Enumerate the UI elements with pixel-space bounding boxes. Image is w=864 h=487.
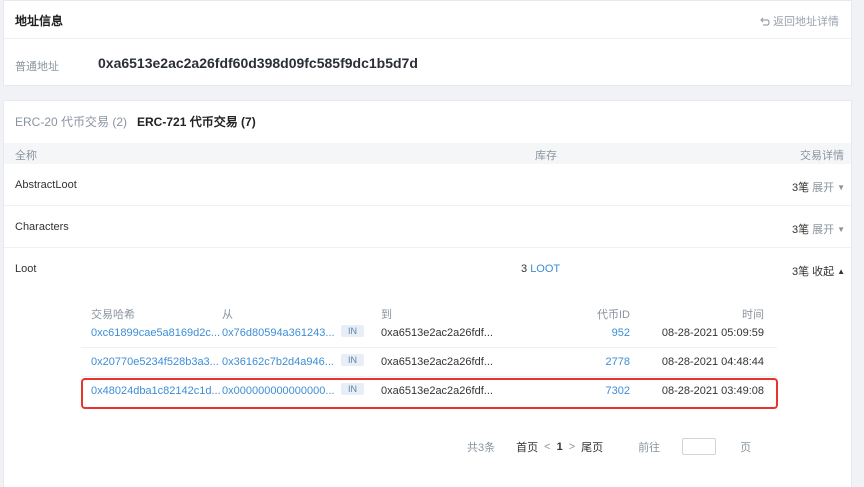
- divider: [4, 38, 851, 39]
- token-id-link[interactable]: 7302: [606, 385, 630, 397]
- to-address: 0xa6513e2ac2a26fdf...: [381, 327, 493, 339]
- goto-label: 前往: [638, 441, 661, 454]
- back-label: 返回地址详情: [773, 16, 839, 28]
- tx-time: 08-28-2021 04:48:44: [661, 356, 764, 368]
- table-row: 0xc61899cae5a8169d2c... 0x76d80594a36124…: [81, 319, 777, 348]
- table-row: 0x48024dba1c82142c1d... 0x00000000000000…: [81, 377, 777, 406]
- last-page-button[interactable]: 尾页: [581, 439, 603, 455]
- tab-erc20[interactable]: ERC-20 代币交易 (2): [15, 113, 127, 130]
- address-info-title: 地址信息: [15, 14, 64, 28]
- stock-amount: 3: [521, 263, 528, 275]
- page-jump-input[interactable]: [682, 438, 717, 455]
- expand-toggle[interactable]: 3笔 展开 ▼: [792, 179, 845, 195]
- page-unit-label: 页: [740, 441, 752, 454]
- token-row: AbstractLoot 3笔 展开 ▼: [4, 164, 851, 206]
- token-id-link[interactable]: 952: [612, 327, 630, 339]
- direction-badge: IN: [341, 325, 364, 337]
- tx-hash-link[interactable]: 0xc61899cae5a8169d2c...: [91, 327, 220, 339]
- token-row: Characters 3笔 展开 ▼: [4, 206, 851, 248]
- address-info-card: 地址信息 返回地址详情 普通地址 0xa6513e2ac2a26fdf60d39…: [3, 0, 852, 86]
- token-stock: 3 LOOT: [521, 263, 560, 275]
- caret-up-icon: ▲: [837, 266, 845, 276]
- table-row: 0x20770e5234f528b3a3... 0x36162c7b2d4a94…: [81, 348, 777, 377]
- return-icon: [760, 17, 770, 26]
- wallet-address: 0xa6513e2ac2a26fdf60d398d09fc585f9dc1b5d…: [98, 55, 418, 71]
- direction-badge: IN: [341, 354, 364, 366]
- tab-erc721[interactable]: ERC-721 代币交易 (7): [137, 113, 256, 130]
- toggle-label: 收起: [812, 266, 835, 278]
- from-address-link[interactable]: 0x76d80594a361243...: [222, 327, 335, 339]
- tx-time: 08-28-2021 03:49:08: [661, 385, 764, 397]
- tx-count: 3笔: [791, 224, 810, 236]
- header-name: 全称: [15, 150, 37, 162]
- next-page-button[interactable]: >: [569, 441, 575, 453]
- to-address: 0xa6513e2ac2a26fdf...: [381, 356, 493, 368]
- pagination: 共3条 首页 < 1 > 尾页 前往 页: [467, 438, 751, 455]
- token-name: Loot: [15, 263, 37, 275]
- caret-down-icon: ▼: [837, 224, 845, 234]
- toggle-label: 展开: [812, 182, 835, 194]
- tx-hash-link[interactable]: 0x48024dba1c82142c1d...: [91, 385, 221, 397]
- token-name: AbstractLoot: [15, 179, 77, 191]
- tx-time: 08-28-2021 05:09:59: [661, 327, 764, 339]
- expand-toggle[interactable]: 3笔 展开 ▼: [792, 221, 845, 237]
- toggle-label: 展开: [812, 224, 835, 236]
- table-header: 全称 库存 交易详情: [4, 143, 851, 164]
- back-to-address-details-link[interactable]: 返回地址详情: [760, 13, 839, 29]
- current-page[interactable]: 1: [557, 441, 563, 453]
- from-address-link[interactable]: 0x000000000000000...: [222, 385, 335, 397]
- header-stock: 库存: [535, 150, 557, 162]
- first-page-button[interactable]: 首页: [516, 439, 538, 455]
- header-detail: 交易详情: [800, 150, 844, 162]
- token-name: Characters: [15, 221, 69, 233]
- tx-count: 3笔: [791, 182, 810, 194]
- to-address: 0xa6513e2ac2a26fdf...: [381, 385, 493, 397]
- from-address-link[interactable]: 0x36162c7b2d4a946...: [222, 356, 334, 368]
- tx-hash-link[interactable]: 0x20770e5234f528b3a3...: [91, 356, 219, 368]
- collapse-toggle[interactable]: 3笔 收起 ▲: [792, 263, 845, 279]
- caret-down-icon: ▼: [837, 182, 845, 192]
- token-id-link[interactable]: 2778: [606, 356, 630, 368]
- prev-page-button[interactable]: <: [544, 441, 550, 453]
- direction-badge: IN: [341, 383, 364, 395]
- address-type-label: 普通地址: [15, 61, 59, 73]
- stock-unit-link[interactable]: LOOT: [530, 263, 560, 275]
- token-row: Loot 3 LOOT 3笔 收起 ▲: [4, 248, 851, 290]
- total-count: 共3条: [467, 441, 496, 454]
- tx-count: 3笔: [791, 266, 810, 278]
- token-tabs: ERC-20 代币交易 (2) ERC-721 代币交易 (7): [15, 113, 256, 130]
- token-transactions-card: ERC-20 代币交易 (2) ERC-721 代币交易 (7) 全称 库存 交…: [3, 100, 852, 487]
